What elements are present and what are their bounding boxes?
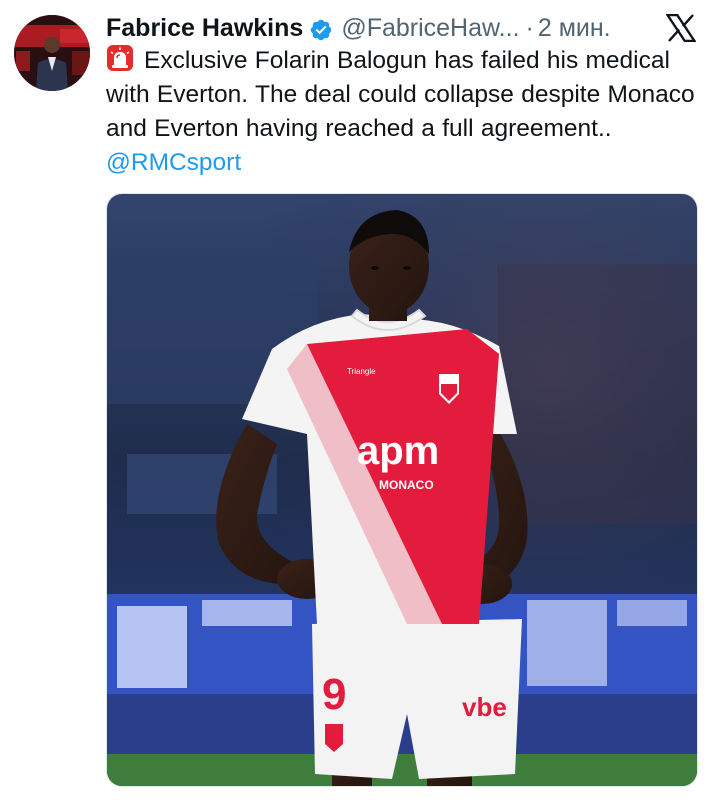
tweet-text: Exclusive Folarin Balogun has failed his… <box>106 44 702 180</box>
mention-link[interactable]: @RMCsport <box>106 149 241 176</box>
tweet-header: Fabrice Hawkins @FabriceHaw... · 2 мин. <box>106 10 698 46</box>
tweet-body: Exclusive Folarin Balogun has failed his… <box>106 47 695 142</box>
svg-text:MONACO: MONACO <box>379 478 434 492</box>
author-handle[interactable]: @FabriceHaw... <box>341 10 519 46</box>
tweet-photo[interactable]: 9 vbe apm MONACO Triangle <box>106 193 698 787</box>
avatar[interactable] <box>14 15 90 91</box>
avatar-image <box>14 15 90 91</box>
police-siren-icon <box>106 44 134 72</box>
timestamp[interactable]: 2 мин. <box>538 10 611 46</box>
author-name[interactable]: Fabrice Hawkins <box>106 10 303 46</box>
separator-dot: · <box>525 14 534 42</box>
svg-text:vbe: vbe <box>462 692 507 722</box>
svg-text:Triangle: Triangle <box>347 367 376 376</box>
svg-text:9: 9 <box>322 670 346 719</box>
x-logo-icon[interactable] <box>665 13 697 43</box>
player-photo: 9 vbe apm MONACO Triangle <box>107 194 697 786</box>
verified-badge-icon <box>309 16 333 41</box>
tweet-card[interactable]: Fabrice Hawkins @FabriceHaw... · 2 мин. <box>0 0 712 800</box>
svg-text:apm: apm <box>357 429 439 473</box>
